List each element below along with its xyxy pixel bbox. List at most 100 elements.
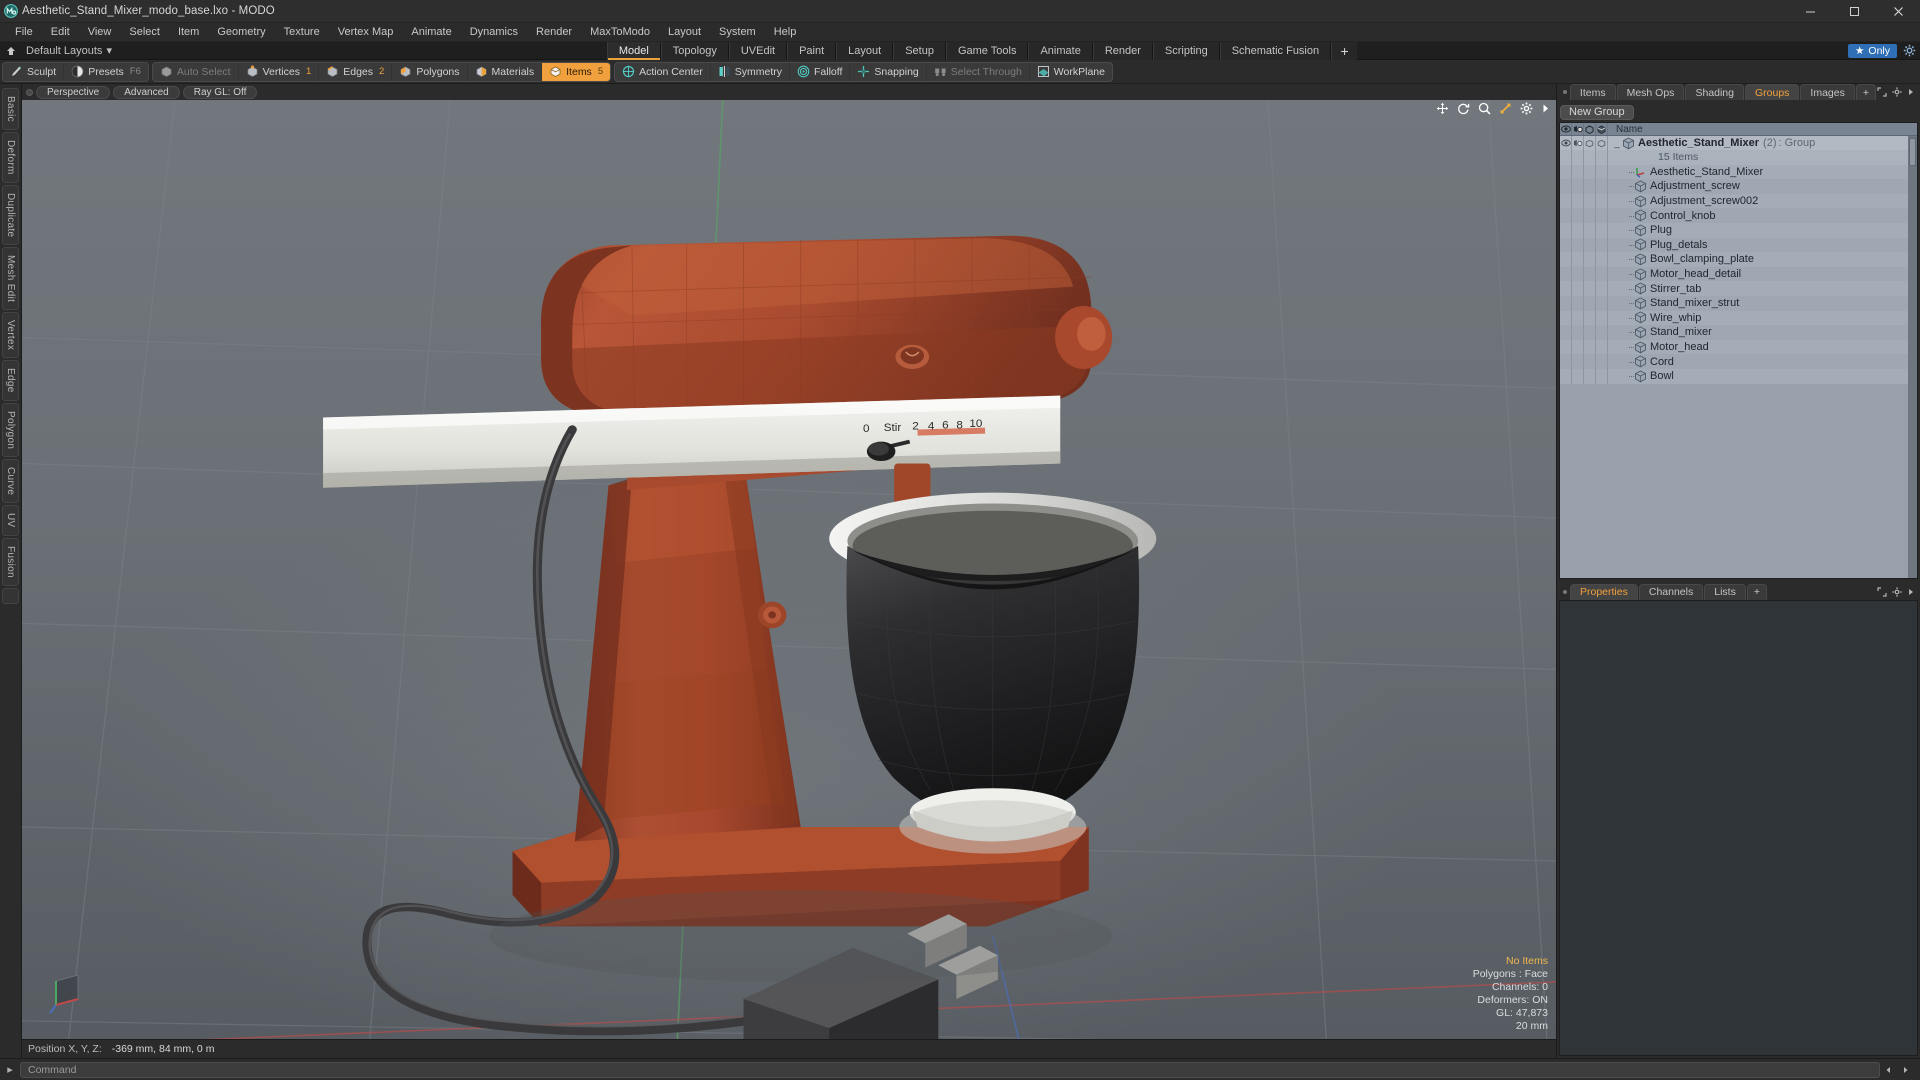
row-col-render[interactable] <box>1572 325 1584 340</box>
table-row[interactable]: ··· Adjustment_screw <box>1560 179 1908 194</box>
row-col-wire[interactable] <box>1584 179 1596 194</box>
row-col-visible[interactable] <box>1560 325 1572 340</box>
table-row[interactable]: ··· Plug_detals <box>1560 237 1908 253</box>
default-layouts-dropdown[interactable]: Default Layouts ▾ <box>22 44 116 58</box>
symmetry-button[interactable]: Symmetry <box>711 62 790 81</box>
row-name-cell[interactable]: ··· Plug_detals <box>1608 238 1908 251</box>
row-col-visible[interactable] <box>1560 266 1572 282</box>
group-name-cell[interactable]: _ Aesthetic_Stand_Mixer (2) : Group <box>1608 136 1908 150</box>
expand-arrow-icon[interactable] <box>1541 102 1550 115</box>
menu-view[interactable]: View <box>79 23 121 42</box>
row-col-visible[interactable] <box>1560 295 1572 311</box>
tab-shading[interactable]: Shading <box>1685 84 1744 100</box>
row-col-render[interactable] <box>1572 222 1584 238</box>
table-row[interactable]: ··· Plug <box>1560 222 1908 238</box>
auto-select-button[interactable]: Auto Select <box>153 62 239 81</box>
table-row[interactable]: ··· Control_knob <box>1560 208 1908 223</box>
row-col-render[interactable] <box>1572 179 1584 194</box>
row-name-cell[interactable]: ··· Stand_mixer_strut <box>1608 297 1908 310</box>
tab-groups[interactable]: Groups <box>1744 84 1800 100</box>
viewport-raygl-toggle[interactable]: Ray GL: Off <box>182 85 258 99</box>
row-col-visible[interactable] <box>1560 281 1572 296</box>
row-name-cell[interactable]: ··· Adjustment_screw <box>1608 180 1908 193</box>
layout-tab-layout[interactable]: Layout <box>836 41 894 60</box>
row-col-visible[interactable] <box>1560 164 1572 180</box>
row-name-cell[interactable]: ··· Motor_head <box>1608 341 1908 354</box>
groups-tree[interactable]: Name _ Aesthetic_Stand_Mixer (2): Group… <box>1559 122 1918 579</box>
rail-tab-mesh-edit[interactable]: Mesh Edit <box>2 246 19 311</box>
row-col-wire[interactable] <box>1584 208 1596 223</box>
row-col-wire[interactable] <box>1584 252 1596 267</box>
rail-tab-duplicate[interactable]: Duplicate <box>2 184 19 245</box>
table-row[interactable]: ··· Aesthetic_Stand_Mixer <box>1560 164 1908 180</box>
layout-tab-paint[interactable]: Paint <box>787 41 837 60</box>
row-name-cell[interactable]: ··· Bowl <box>1608 370 1908 383</box>
row-col-wire[interactable] <box>1584 368 1596 384</box>
row-name-cell[interactable]: ··· Control_knob <box>1608 209 1908 222</box>
table-row[interactable]: ··· Bowl <box>1560 368 1908 384</box>
scrollbar-thumb[interactable] <box>1909 138 1916 166</box>
rail-tab-curve[interactable]: Curve <box>2 459 19 504</box>
row-col-wire[interactable] <box>1584 222 1596 238</box>
row-col-visible[interactable] <box>1560 339 1572 355</box>
row-name-cell[interactable]: ··· Stirrer_tab <box>1608 282 1908 295</box>
panel-dot-icon[interactable] <box>1560 84 1570 100</box>
rail-tab-basic[interactable]: Basic <box>2 88 19 130</box>
tree-group-row[interactable]: _ Aesthetic_Stand_Mixer (2) : Group <box>1560 136 1908 151</box>
rail-tab-fusion[interactable]: Fusion <box>2 537 19 586</box>
row-col-visible[interactable] <box>1560 193 1572 209</box>
viewport-perspective-dropdown[interactable]: Perspective <box>36 85 111 99</box>
row-name-cell[interactable]: ··· Stand_mixer <box>1608 326 1908 339</box>
viewport-dot[interactable] <box>26 88 33 96</box>
row-col-shade[interactable] <box>1596 281 1608 296</box>
table-row[interactable]: ··· Adjustment_screw002 <box>1560 193 1908 209</box>
menu-system[interactable]: System <box>710 23 765 42</box>
menu-animate[interactable]: Animate <box>402 23 460 42</box>
row-col-visible[interactable] <box>1560 368 1572 384</box>
panel-gear-icon[interactable] <box>1892 87 1902 97</box>
row-col-render[interactable] <box>1572 281 1584 296</box>
row-col-visible[interactable] <box>1560 252 1572 267</box>
row-col-visible[interactable] <box>1560 179 1572 194</box>
row-col-wire[interactable] <box>1584 281 1596 296</box>
table-row[interactable]: ··· Wire_whip <box>1560 310 1908 326</box>
menu-geometry[interactable]: Geometry <box>208 23 274 42</box>
tab-channels[interactable]: Channels <box>1638 583 1704 600</box>
table-row[interactable]: ··· Motor_head <box>1560 339 1908 355</box>
properties-gear-icon[interactable] <box>1892 586 1902 597</box>
group-visible-eye-icon[interactable] <box>1560 136 1572 151</box>
menu-layout[interactable]: Layout <box>659 23 710 42</box>
groups-tree-scrollbar[interactable] <box>1908 136 1917 578</box>
menu-help[interactable]: Help <box>765 23 806 42</box>
layout-tab-animate[interactable]: Animate <box>1028 41 1093 60</box>
row-col-render[interactable] <box>1572 354 1584 369</box>
col-header-wireframe-cube-icon[interactable] <box>1584 123 1596 135</box>
workplane-button[interactable]: WorkPlane <box>1030 63 1112 81</box>
row-col-visible[interactable] <box>1560 354 1572 369</box>
layout-tab-model[interactable]: Model <box>606 41 661 60</box>
layout-tab-setup[interactable]: Setup <box>893 41 946 60</box>
row-col-render[interactable] <box>1572 193 1584 209</box>
maximize-button[interactable] <box>1832 0 1876 23</box>
row-col-render[interactable] <box>1572 237 1584 253</box>
row-col-wire[interactable] <box>1584 237 1596 253</box>
rail-tab-edge[interactable]: Edge <box>2 360 19 401</box>
row-col-shade[interactable] <box>1596 222 1608 238</box>
row-col-visible[interactable] <box>1560 310 1572 326</box>
col-header-shaded-cube-icon[interactable] <box>1596 123 1608 135</box>
row-col-wire[interactable] <box>1584 266 1596 282</box>
gear-icon[interactable] <box>1520 102 1533 115</box>
tab-mesh-ops[interactable]: Mesh Ops <box>1616 84 1685 100</box>
edges-button[interactable]: Edges 2 <box>319 62 393 81</box>
menu-edit[interactable]: Edit <box>42 23 79 42</box>
falloff-button[interactable]: Falloff <box>790 62 851 81</box>
row-col-shade[interactable] <box>1596 179 1608 194</box>
col-header-render-icon[interactable] <box>1572 123 1584 135</box>
table-row[interactable]: ··· Stand_mixer_strut <box>1560 295 1908 311</box>
group-render-icon[interactable] <box>1572 136 1584 151</box>
properties-expand-icon[interactable] <box>1907 587 1915 597</box>
row-col-render[interactable] <box>1572 208 1584 223</box>
row-col-shade[interactable] <box>1596 252 1608 267</box>
tab-images[interactable]: Images <box>1800 84 1855 100</box>
row-col-render[interactable] <box>1572 339 1584 355</box>
